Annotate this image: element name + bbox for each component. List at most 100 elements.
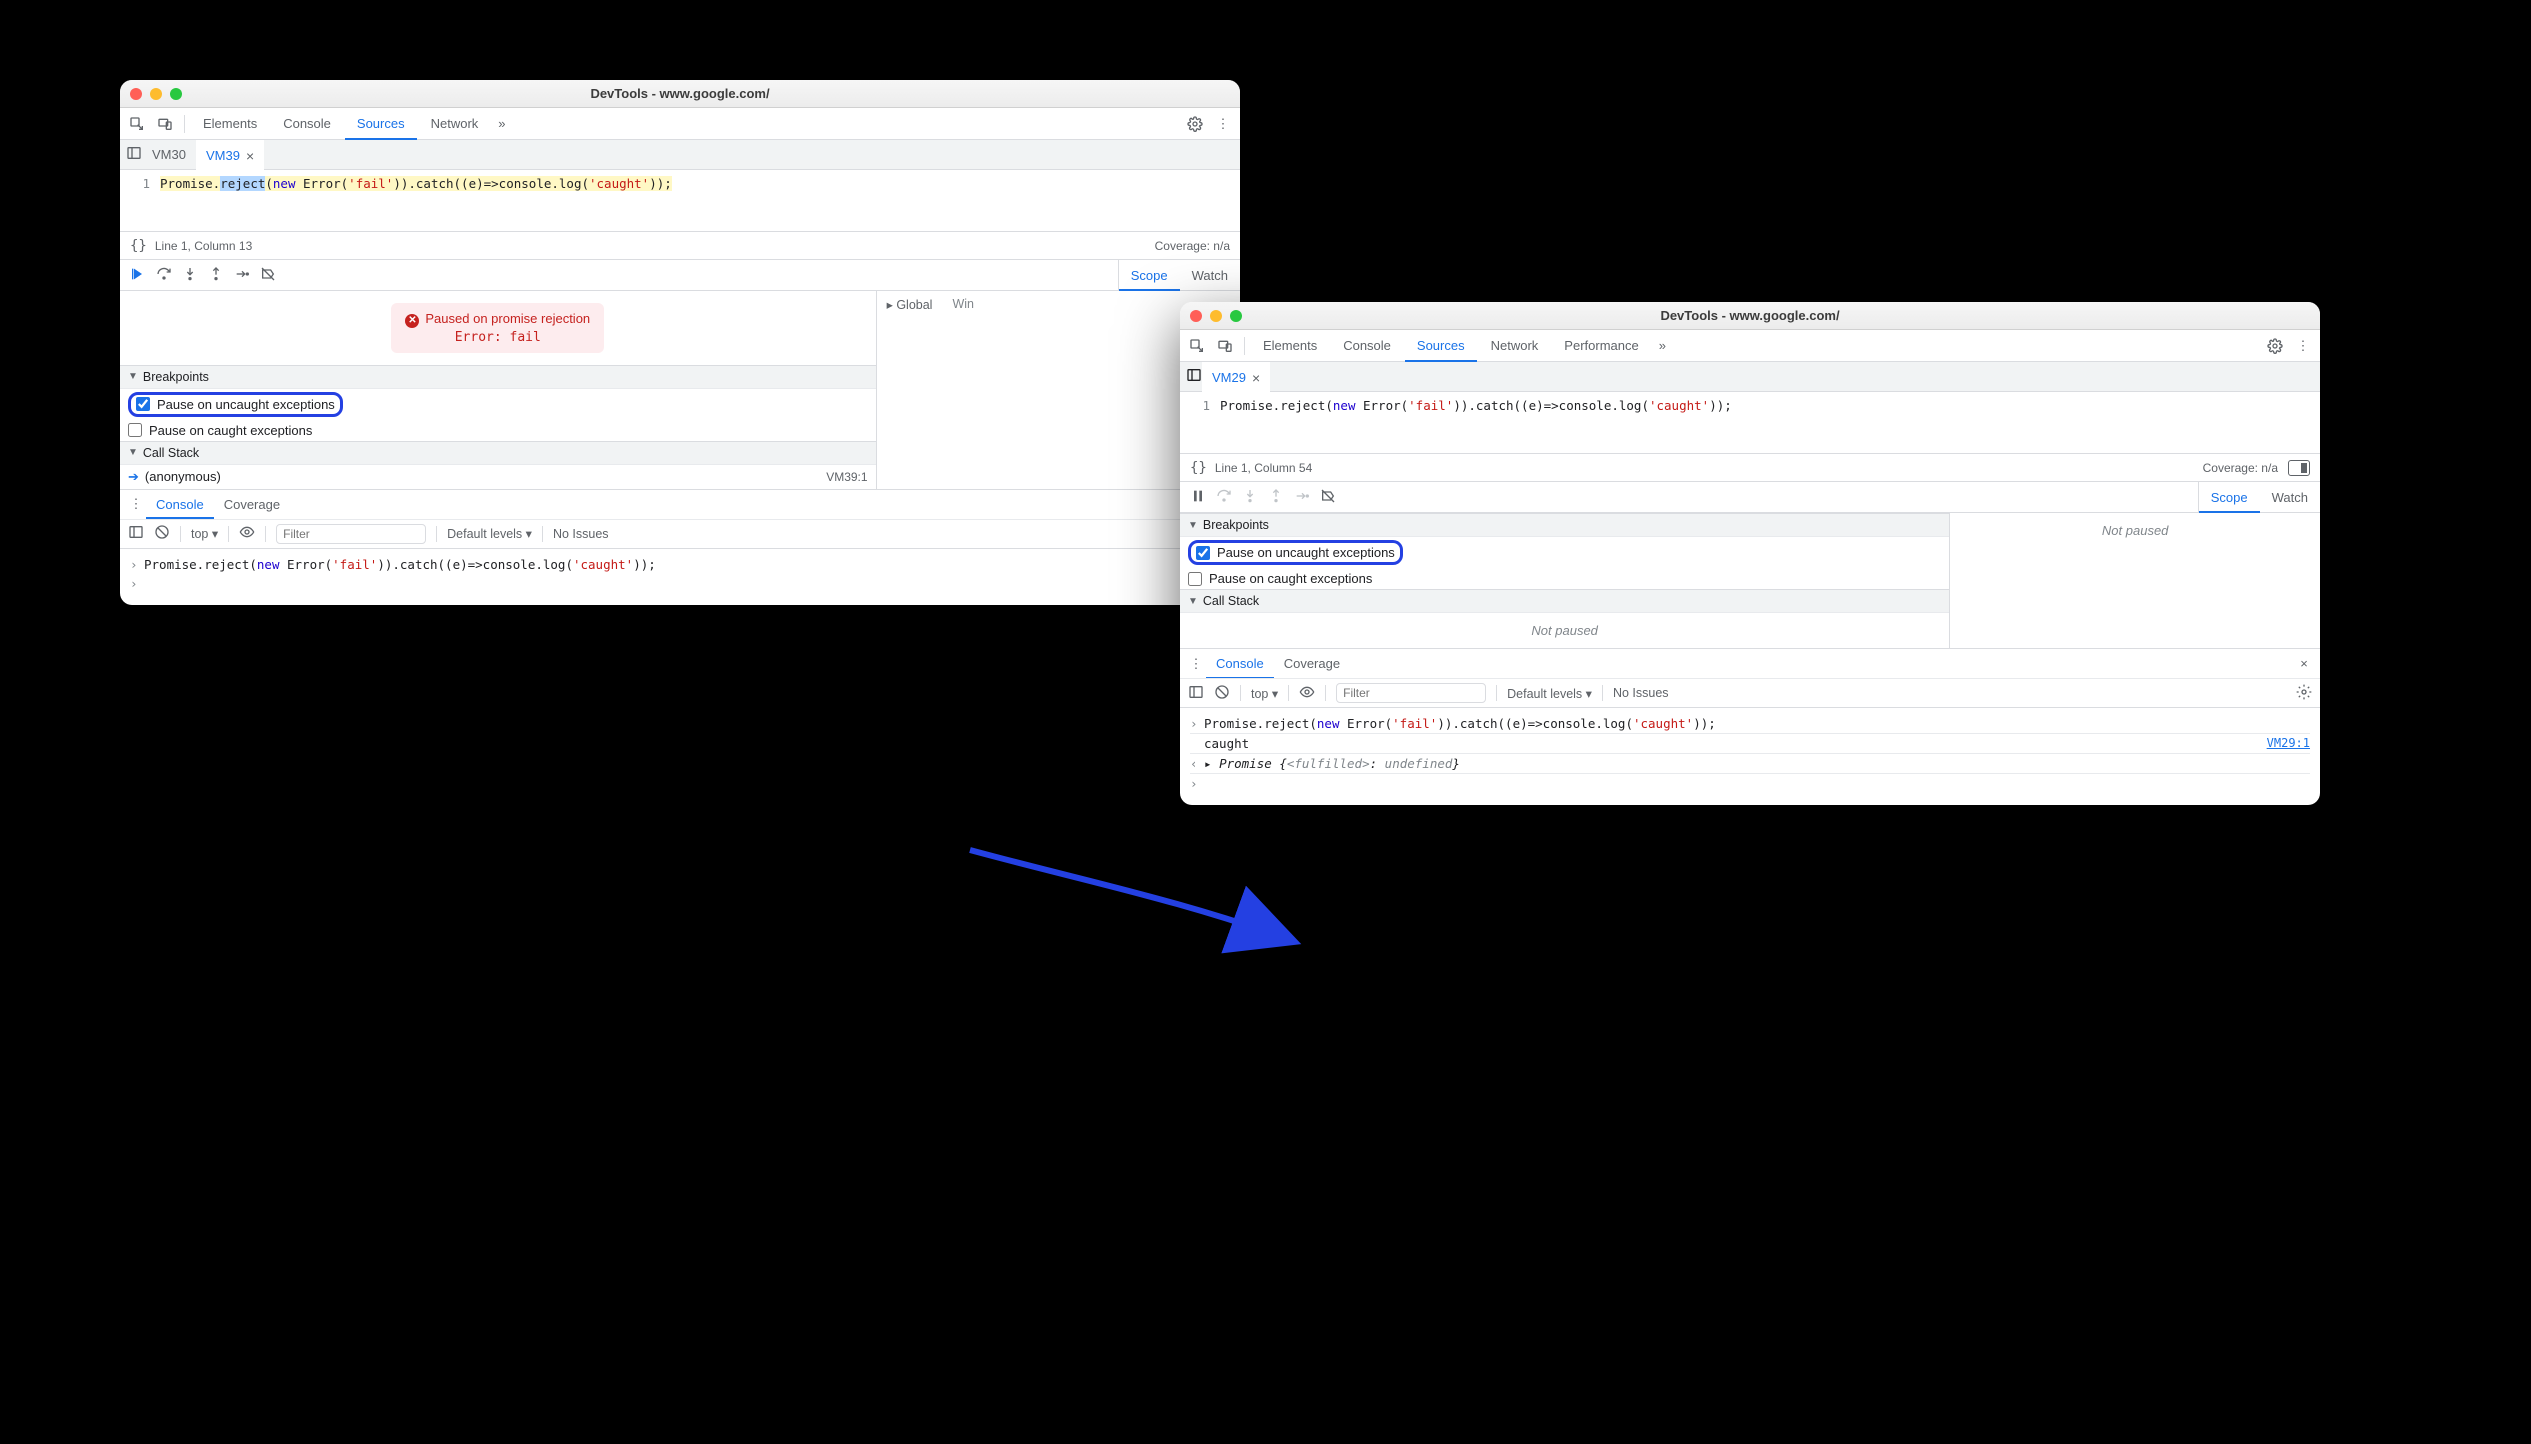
pause-icon[interactable]: [1190, 488, 1206, 507]
debugger-toolbar: Scope Watch: [120, 259, 1240, 291]
step-out-icon[interactable]: [1268, 488, 1284, 507]
context-selector[interactable]: top ▾: [1251, 686, 1278, 701]
file-tab-vm30[interactable]: VM30: [142, 140, 196, 170]
device-toggle-icon[interactable]: [152, 111, 178, 137]
step-over-icon[interactable]: [1216, 488, 1232, 507]
tab-elements[interactable]: Elements: [1251, 330, 1329, 362]
inspect-element-icon[interactable]: [1184, 333, 1210, 359]
drawer-menu-icon[interactable]: ⋮: [1186, 656, 1206, 672]
context-selector[interactable]: top ▾: [191, 526, 218, 541]
cursor-position: Line 1, Column 13: [155, 239, 252, 253]
step-over-icon[interactable]: [156, 266, 172, 285]
deactivate-breakpoints-icon[interactable]: [260, 266, 276, 285]
clear-console-icon[interactable]: [1214, 684, 1230, 703]
stack-frame[interactable]: ➔ (anonymous) VM39:1: [120, 465, 876, 489]
console-filter-input[interactable]: [276, 524, 426, 544]
pause-caught-checkbox[interactable]: [128, 423, 142, 437]
scope-tab[interactable]: Scope: [1119, 259, 1180, 291]
step-out-icon[interactable]: [208, 266, 224, 285]
navigator-toggle-icon[interactable]: [1186, 367, 1202, 386]
console-sidebar-toggle-icon[interactable]: [128, 524, 144, 543]
pause-uncaught-checkbox[interactable]: [1196, 546, 1210, 560]
code-editor[interactable]: 1 Promise.reject(new Error('fail')).catc…: [120, 170, 1240, 231]
console-filter-input[interactable]: [1336, 683, 1486, 703]
tab-performance[interactable]: Performance: [1552, 330, 1650, 362]
step-into-icon[interactable]: [182, 266, 198, 285]
file-tab-vm29[interactable]: VM29 ×: [1202, 362, 1270, 392]
live-expression-icon[interactable]: [239, 524, 255, 543]
tab-sources[interactable]: Sources: [345, 108, 417, 140]
issues-button[interactable]: No Issues: [553, 527, 609, 541]
step-into-icon[interactable]: [1242, 488, 1258, 507]
tab-network[interactable]: Network: [1479, 330, 1551, 362]
pause-caught-label: Pause on caught exceptions: [149, 423, 312, 438]
deactivate-breakpoints-icon[interactable]: [1320, 488, 1336, 507]
inspect-element-icon[interactable]: [124, 111, 150, 137]
prompt-caret-icon: ›: [1190, 776, 1204, 791]
log-levels-selector[interactable]: Default levels ▾: [1507, 686, 1592, 701]
more-tabs-button[interactable]: »: [1653, 330, 1672, 362]
breakpoints-header[interactable]: ▼ Breakpoints: [1180, 513, 1949, 537]
clear-console-icon[interactable]: [154, 524, 170, 543]
navigator-toggle-icon[interactable]: [126, 145, 142, 164]
close-tab-icon[interactable]: ×: [246, 148, 254, 164]
file-tab-label: VM29: [1212, 370, 1246, 385]
tab-console[interactable]: Console: [1331, 330, 1403, 362]
step-icon[interactable]: [234, 266, 250, 285]
callstack-header[interactable]: ▼ Call Stack: [1180, 589, 1949, 613]
tab-console[interactable]: Console: [271, 108, 343, 140]
callstack-header[interactable]: ▼ Call Stack: [120, 441, 876, 465]
file-tab-label: VM39: [206, 148, 240, 163]
tab-network[interactable]: Network: [419, 108, 491, 140]
drawer-coverage-tab[interactable]: Coverage: [214, 489, 290, 519]
step-icon[interactable]: [1294, 488, 1310, 507]
watch-tab[interactable]: Watch: [1180, 259, 1240, 291]
main-tabbar: Elements Console Sources Network » ⋮: [120, 108, 1240, 140]
console-input-line: Promise.reject(new Error('fail')).catch(…: [144, 557, 656, 572]
debugger-toolbar: Scope Watch: [1180, 481, 2320, 513]
console-settings-icon[interactable]: [2296, 684, 2312, 703]
resume-icon[interactable]: [130, 266, 146, 285]
annotation-arrow: [960, 840, 1320, 960]
pretty-print-icon[interactable]: {}: [1190, 460, 1207, 476]
settings-gear-icon[interactable]: [2262, 333, 2288, 359]
window-titlebar: DevTools - www.google.com/: [120, 80, 1240, 108]
scope-tab[interactable]: Scope: [2199, 481, 2260, 513]
more-tabs-button[interactable]: »: [492, 108, 511, 140]
issues-button[interactable]: No Issues: [1613, 686, 1669, 700]
pause-caught-checkbox[interactable]: [1188, 572, 1202, 586]
close-drawer-icon[interactable]: ×: [2294, 656, 2314, 671]
kebab-menu-icon[interactable]: ⋮: [1210, 111, 1236, 137]
code-editor[interactable]: 1 Promise.reject(new Error('fail')).catc…: [1180, 392, 2320, 453]
settings-gear-icon[interactable]: [1182, 111, 1208, 137]
drawer-console-tab[interactable]: Console: [1206, 649, 1274, 679]
close-tab-icon[interactable]: ×: [1252, 370, 1260, 386]
file-tab-vm39[interactable]: VM39 ×: [196, 140, 264, 170]
breakpoints-header[interactable]: ▼ Breakpoints: [120, 365, 876, 389]
drawer-console-tab[interactable]: Console: [146, 489, 214, 519]
kebab-menu-icon[interactable]: ⋮: [2290, 333, 2316, 359]
device-toggle-icon[interactable]: [1212, 333, 1238, 359]
console-sidebar-toggle-icon[interactable]: [1188, 684, 1204, 703]
console-input-line: Promise.reject(new Error('fail')).catch(…: [1204, 716, 1716, 731]
disclosure-triangle-icon: ▼: [1188, 596, 1198, 607]
watch-tab[interactable]: Watch: [2260, 481, 2320, 513]
pause-error: Error: fail: [405, 330, 590, 345]
editor-statusbar: {} Line 1, Column 54 Coverage: n/a: [1180, 453, 2320, 481]
console-output[interactable]: › Promise.reject(new Error('fail')).catc…: [120, 549, 1240, 605]
callstack-not-paused: Not paused: [1180, 613, 1949, 648]
tab-elements[interactable]: Elements: [191, 108, 269, 140]
drawer-coverage-tab[interactable]: Coverage: [1274, 649, 1350, 679]
scope-global[interactable]: Global: [896, 298, 932, 312]
pause-uncaught-checkbox[interactable]: [136, 397, 150, 411]
drawer-tabs: ⋮ Console Coverage ×: [1180, 648, 2320, 678]
drawer-menu-icon[interactable]: ⋮: [126, 496, 146, 512]
source-link[interactable]: VM29:1: [2267, 736, 2310, 750]
log-levels-selector[interactable]: Default levels ▾: [447, 526, 532, 541]
tab-sources[interactable]: Sources: [1405, 330, 1477, 362]
console-output[interactable]: › Promise.reject(new Error('fail')).catc…: [1180, 708, 2320, 805]
pretty-print-icon[interactable]: {}: [130, 238, 147, 254]
live-expression-icon[interactable]: [1299, 684, 1315, 703]
console-toolbar: top ▾ Default levels ▾ No Issues: [1180, 678, 2320, 708]
panel-layout-icon[interactable]: [2288, 460, 2310, 476]
